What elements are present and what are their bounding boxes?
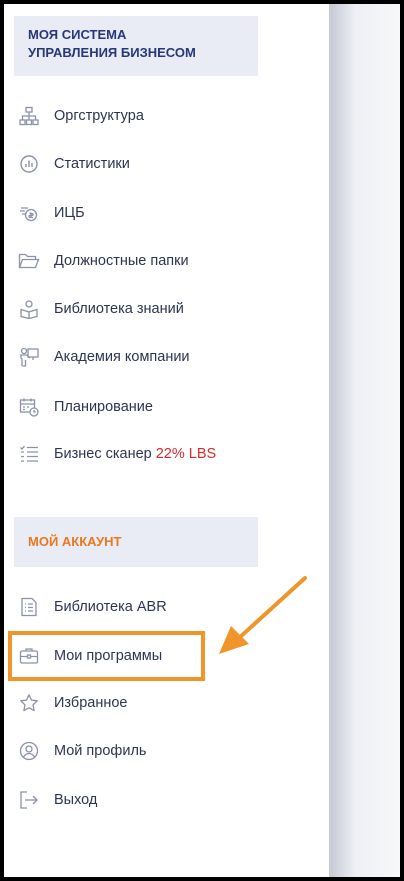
menu-item-label: Статистики <box>54 156 130 172</box>
menu-item-label: Должностные папки <box>54 253 189 269</box>
screen-frame: МОЯ СИСТЕМА УПРАВЛЕНИЯ БИЗНЕСОМ Оргструк… <box>4 4 400 877</box>
menu-item-favorites[interactable]: Избранное <box>18 689 318 717</box>
logout-icon <box>18 789 40 811</box>
org-structure-icon <box>18 105 40 127</box>
menu-item-my-profile[interactable]: Мой профиль <box>18 737 318 765</box>
folder-icon <box>18 250 40 272</box>
menu-item-logout[interactable]: Выход <box>18 786 318 814</box>
menu-item-label: Мой профиль <box>54 743 147 759</box>
menu-item-label: Бизнес сканер <box>54 446 152 462</box>
menu-item-label: ИЦБ <box>54 205 85 221</box>
reader-icon <box>18 298 40 320</box>
menu-item-knowledge-library[interactable]: Библиотека знаний <box>18 295 318 323</box>
teacher-icon <box>18 346 40 368</box>
menu-item-label: Оргструктура <box>54 108 144 124</box>
icb-icon <box>18 202 40 224</box>
menu-item-planning[interactable]: Планирование <box>18 393 318 421</box>
main-content-overlay <box>329 4 400 877</box>
highlight-box <box>8 631 205 681</box>
menu-item-org-structure[interactable]: Оргструктура <box>18 102 318 130</box>
menu-item-statistics[interactable]: Статистики <box>18 150 318 178</box>
menu-item-academy[interactable]: Академия компании <box>18 343 318 371</box>
business-section-title-line1: МОЯ СИСТЕМА <box>28 27 127 42</box>
business-section-header: МОЯ СИСТЕМА УПРАВЛЕНИЯ БИЗНЕСОМ <box>14 16 258 76</box>
menu-item-icb[interactable]: ИЦБ <box>18 199 318 227</box>
sidebar: МОЯ СИСТЕМА УПРАВЛЕНИЯ БИЗНЕСОМ Оргструк… <box>4 4 329 877</box>
annotation-arrow <box>209 572 309 662</box>
calendar-clock-icon <box>18 396 40 418</box>
menu-item-folders[interactable]: Должностные папки <box>18 247 318 275</box>
account-section-header: МОЙ АККАУНТ <box>14 517 258 567</box>
star-icon <box>18 692 40 714</box>
document-list-icon <box>18 596 40 618</box>
menu-item-label: Избранное <box>54 695 128 711</box>
menu-item-label: Академия компании <box>54 349 190 365</box>
account-section-title: МОЙ АККАУНТ <box>28 534 122 549</box>
menu-item-label: Библиотека знаний <box>54 301 184 317</box>
menu-item-label: Планирование <box>54 399 153 415</box>
business-section-title-line2: УПРАВЛЕНИЯ БИЗНЕСОМ <box>28 45 196 60</box>
lbs-badge: 22% LBS <box>155 446 217 462</box>
menu-item-label: Библиотека ABR <box>54 599 167 615</box>
menu-item-label: Выход <box>54 792 98 808</box>
statistics-icon <box>18 153 40 175</box>
menu-item-business-scanner[interactable]: Бизнес сканер 22% LBS <box>18 440 318 468</box>
checklist-icon <box>18 443 40 465</box>
profile-icon <box>18 740 40 762</box>
